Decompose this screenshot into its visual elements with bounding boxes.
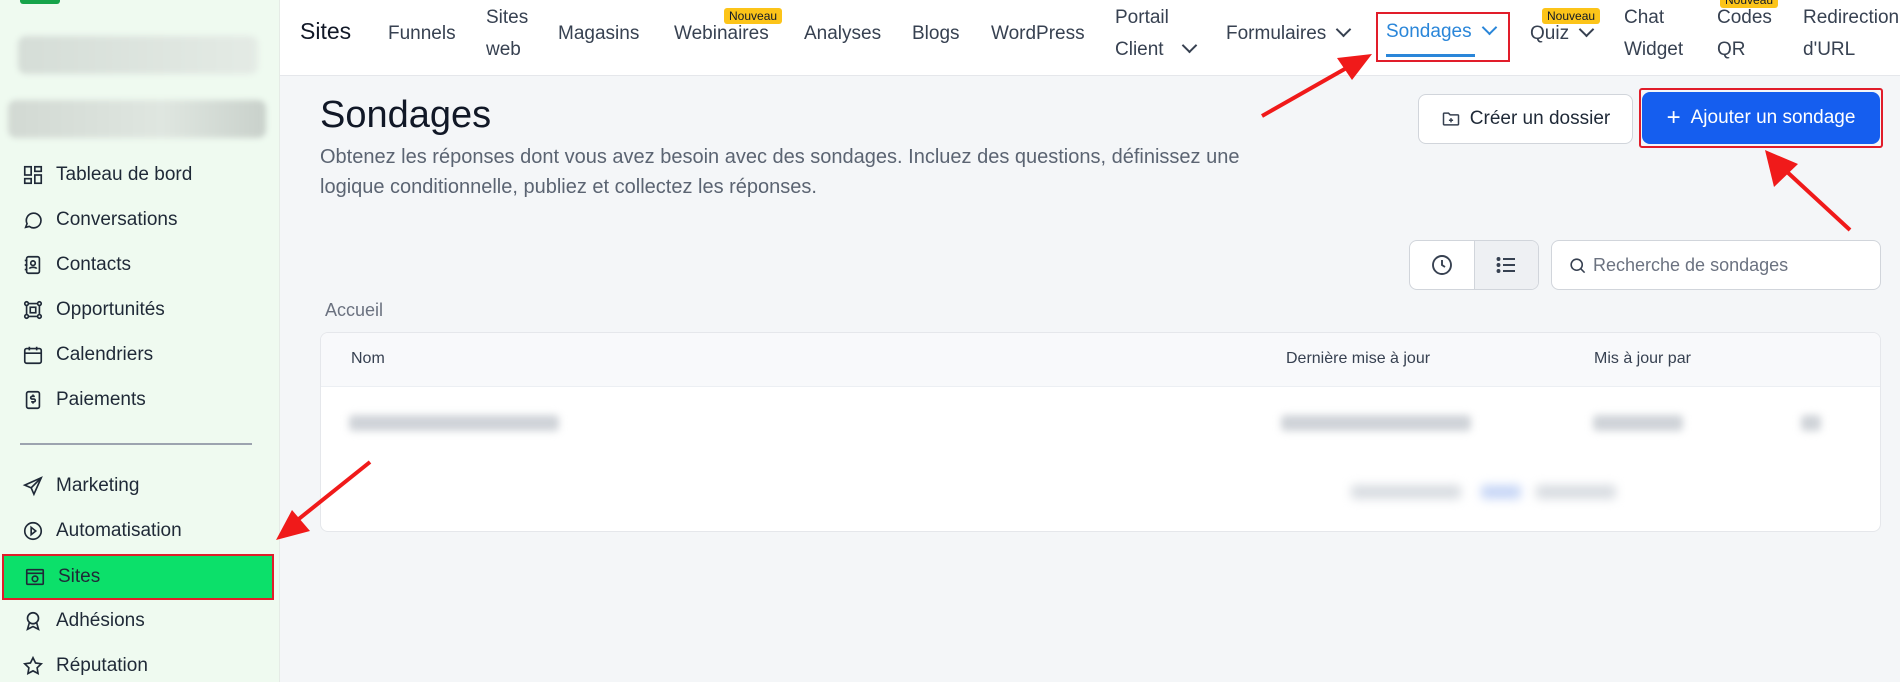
sidebar-item-automation[interactable]: Automatisation	[0, 511, 276, 551]
send-icon	[20, 473, 46, 499]
pagination-previous-blurred[interactable]	[1351, 485, 1461, 499]
tab-chat-widget[interactable]: Chat Widget	[1624, 2, 1683, 66]
blurred-user	[1593, 415, 1683, 431]
pagination-next-blurred[interactable]	[1536, 485, 1616, 499]
sidebar-item-label: Sites	[58, 566, 101, 587]
clock-icon	[1431, 255, 1452, 275]
sidebar-item-dashboard[interactable]: Tableau de bord	[0, 155, 276, 195]
sidebar-item-label: Adhésions	[56, 610, 145, 631]
sidebar-item-conversations[interactable]: Conversations	[0, 200, 276, 240]
chevron-down-icon	[1181, 37, 1197, 54]
search-icon	[1570, 257, 1586, 273]
membership-badge-icon	[20, 608, 46, 634]
calendar-icon	[20, 342, 46, 368]
chevron-down-icon	[1336, 21, 1352, 38]
sidebar-item-label: Tableau de bord	[56, 164, 193, 185]
tab-stores[interactable]: Magasins	[558, 18, 639, 50]
sidebar: Tableau de bord Conversations Contacts O…	[0, 0, 280, 682]
sidebar-item-label: Opportunités	[56, 299, 165, 320]
tab-client-portal[interactable]: Portail Client	[1115, 2, 1197, 66]
section-title: Sites	[300, 18, 352, 44]
folder-plus-icon	[1442, 112, 1460, 126]
column-header-name[interactable]: Nom	[351, 350, 385, 368]
location-switcher-blurred[interactable]	[8, 100, 266, 138]
sidebar-item-memberships[interactable]: Adhésions	[0, 601, 276, 641]
tab-wordpress[interactable]: WordPress	[991, 18, 1085, 50]
breadcrumb[interactable]: Accueil	[325, 300, 383, 321]
recent-view-button[interactable]	[1410, 241, 1474, 289]
sidebar-item-label: Automatisation	[56, 520, 182, 541]
dashboard-icon	[20, 162, 46, 188]
tab-qr-codes[interactable]: Codes QR	[1717, 2, 1772, 66]
sidebar-item-label: Conversations	[56, 209, 178, 230]
list-icon	[1496, 257, 1516, 273]
row-actions-blurred[interactable]	[1801, 415, 1821, 431]
chevron-down-icon	[1578, 21, 1595, 38]
add-survey-highlight	[1639, 88, 1883, 148]
survey-search	[1551, 240, 1881, 290]
opportunities-icon	[20, 297, 46, 323]
sidebar-item-reputation[interactable]: Réputation	[0, 646, 276, 682]
sidebar-item-marketing[interactable]: Marketing	[0, 466, 276, 506]
sidebar-item-contacts[interactable]: Contacts	[0, 245, 276, 285]
sidebar-item-label: Contacts	[56, 254, 131, 275]
table-header: Nom Dernière mise à jour Mis à jour par	[321, 333, 1880, 387]
main-content: Sondages Obtenez les réponses dont vous …	[280, 76, 1900, 682]
sidebar-item-label: Calendriers	[56, 344, 154, 365]
page-description: Obtenez les réponses dont vous avez beso…	[320, 146, 1240, 198]
sidebar-item-label: Réputation	[56, 655, 148, 676]
chat-bubble-icon	[20, 207, 46, 233]
sidebar-item-payments[interactable]: Paiements	[0, 380, 276, 420]
blurred-survey-name	[349, 415, 559, 431]
top-navigation-bar: Sites Funnels Sites web Magasins Webinai…	[280, 0, 1900, 76]
search-input[interactable]	[1593, 254, 1873, 276]
list-view-button[interactable]	[1473, 241, 1538, 289]
surveys-tab-highlight	[1376, 12, 1510, 62]
page-title: Sondages	[320, 94, 492, 136]
surveys-table: Nom Dernière mise à jour Mis à jour par	[320, 332, 1881, 532]
account-switcher-blurred[interactable]	[18, 36, 258, 74]
sidebar-divider	[20, 443, 252, 445]
tab-url-redirects[interactable]: Redirection d'URL	[1803, 2, 1899, 66]
view-toggle	[1409, 240, 1539, 290]
new-badge: Nouveau	[1542, 8, 1601, 24]
column-header-updated[interactable]: Dernière mise à jour	[1286, 350, 1430, 368]
sidebar-item-opportunities[interactable]: Opportunités	[0, 290, 276, 330]
automation-icon	[20, 518, 46, 544]
sites-icon	[22, 564, 48, 590]
blurred-date	[1281, 415, 1471, 431]
column-header-updated-by[interactable]: Mis à jour par	[1594, 350, 1691, 368]
tab-analytics[interactable]: Analyses	[804, 18, 881, 50]
create-folder-button[interactable]: Créer un dossier	[1418, 94, 1633, 144]
contact-book-icon	[20, 252, 46, 278]
pagination-page-blurred[interactable]	[1481, 485, 1521, 499]
sidebar-item-label: Paiements	[56, 389, 146, 410]
tab-funnels[interactable]: Funnels	[388, 18, 456, 50]
star-icon	[20, 653, 46, 679]
tab-websites[interactable]: Sites web	[486, 2, 528, 66]
tab-blogs[interactable]: Blogs	[912, 18, 960, 50]
sidebar-item-sites[interactable]: Sites	[2, 554, 274, 600]
tab-forms[interactable]: Formulaires	[1226, 18, 1352, 50]
payment-icon	[20, 387, 46, 413]
table-row[interactable]	[321, 387, 1880, 457]
new-badge: Nouveau	[724, 8, 783, 24]
brand-mark	[20, 0, 60, 4]
sidebar-item-calendars[interactable]: Calendriers	[0, 335, 276, 375]
sidebar-item-label: Marketing	[56, 475, 140, 496]
